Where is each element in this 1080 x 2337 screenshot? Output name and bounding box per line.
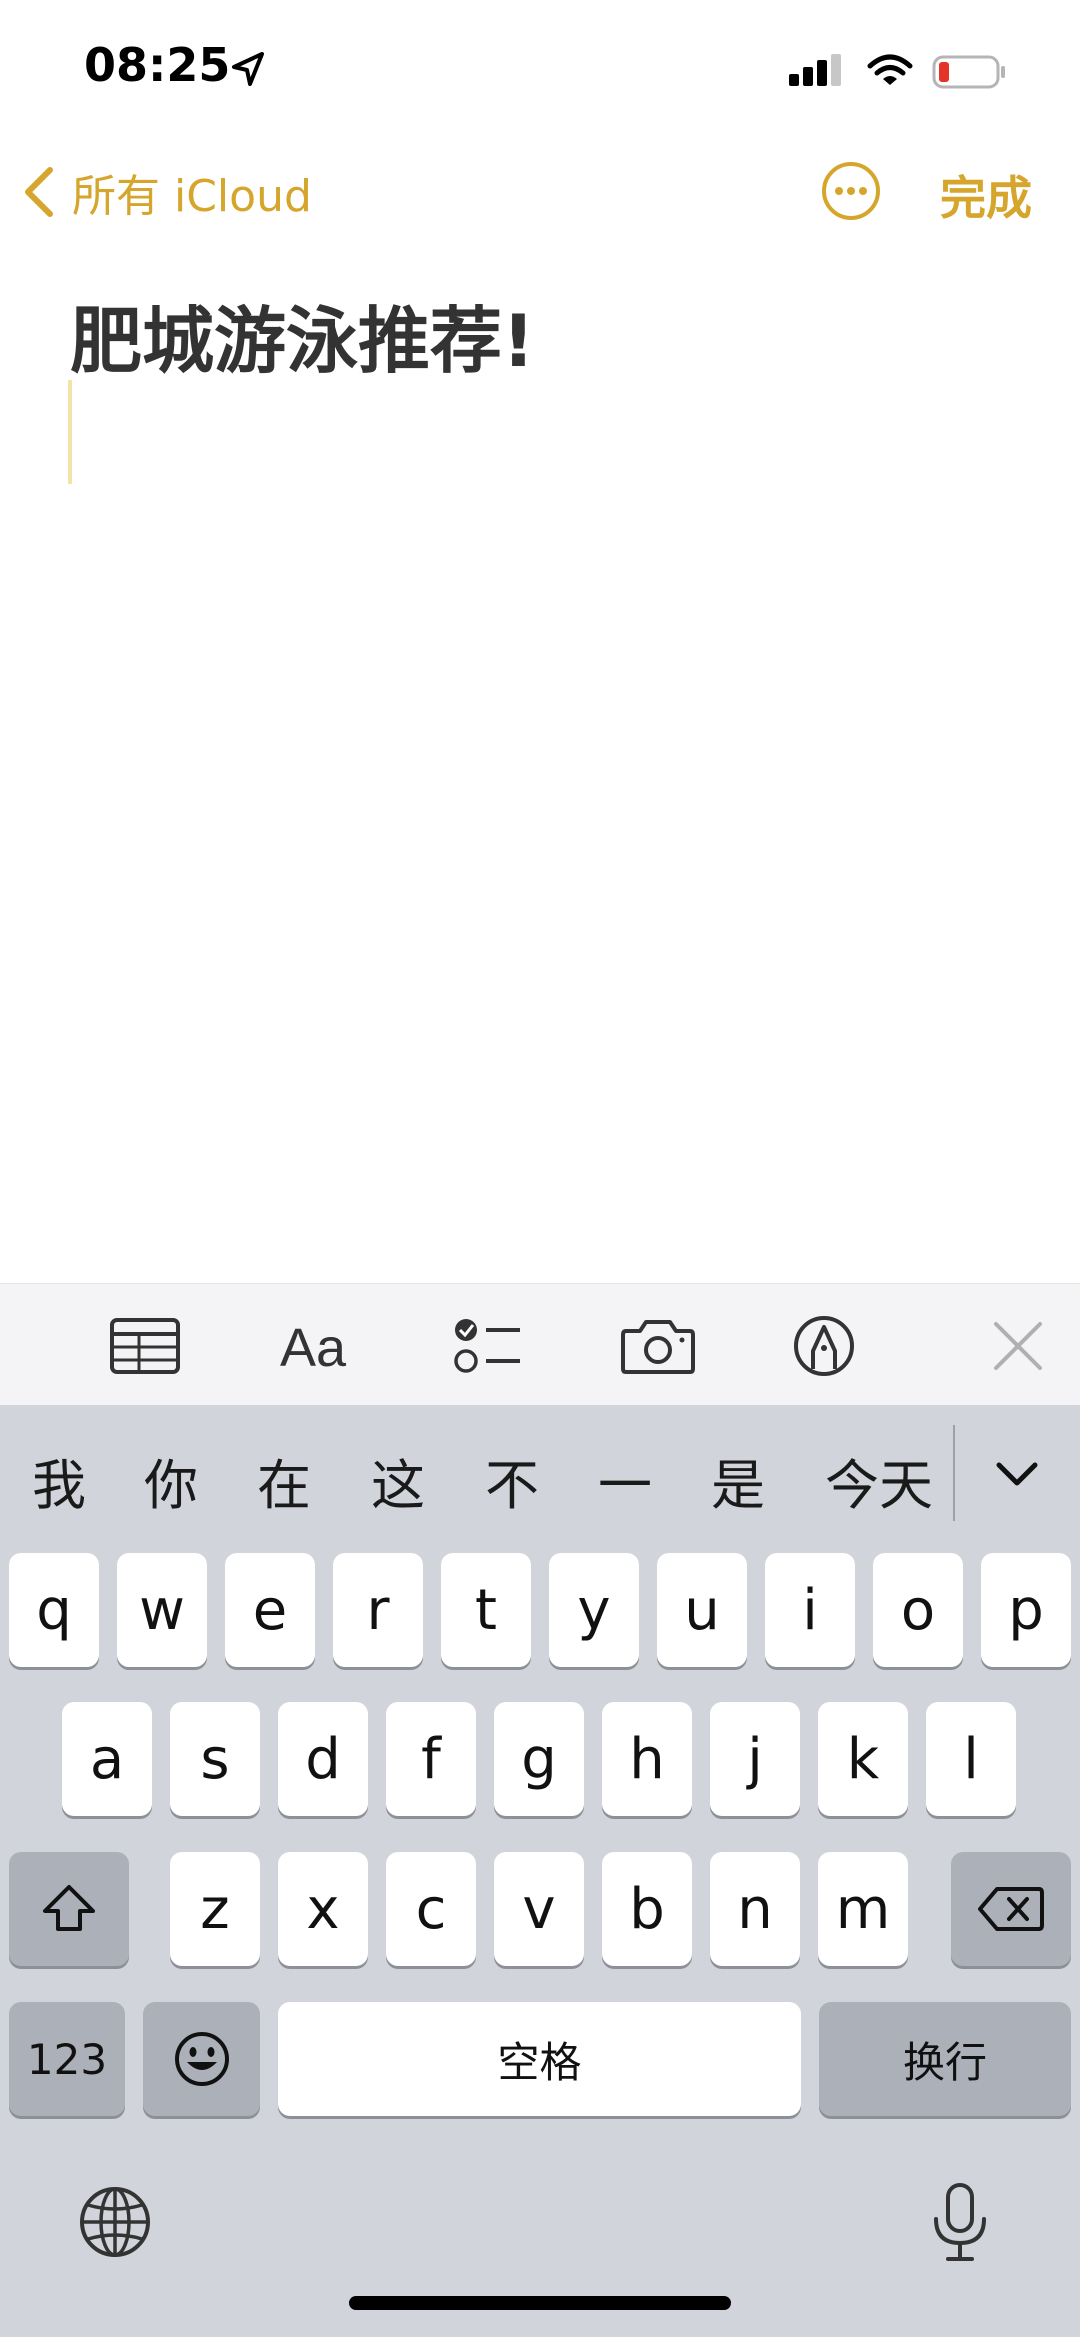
key-h[interactable]: h — [602, 1702, 692, 1816]
candidate-item[interactable]: 今天 — [825, 1441, 933, 1520]
location-arrow-icon — [232, 52, 264, 86]
emoji-key[interactable] — [143, 2002, 260, 2116]
numbers-key[interactable]: 123 — [9, 2002, 125, 2116]
more-options-button[interactable] — [820, 160, 882, 222]
key-w[interactable]: w — [117, 1553, 207, 1667]
chevron-left-icon — [25, 167, 53, 217]
candidate-item[interactable]: 这 — [371, 1441, 425, 1520]
key-o[interactable]: o — [873, 1553, 963, 1667]
key-e[interactable]: e — [225, 1553, 315, 1667]
text-format-icon: Aa — [280, 1318, 347, 1376]
key-b[interactable]: b — [602, 1852, 692, 1966]
table-button[interactable] — [108, 1314, 182, 1378]
key-a[interactable]: a — [62, 1702, 152, 1816]
return-key[interactable]: 换行 — [819, 2002, 1071, 2116]
candidate-item[interactable]: 是 — [711, 1441, 765, 1520]
emoji-icon — [174, 2032, 229, 2086]
formatting-toolbar: Aa — [0, 1283, 1080, 1406]
keyboard: 我 你 在 这 不 一 是 今天 q w e r t y u i o p a s… — [0, 1405, 1080, 2337]
key-p[interactable]: p — [981, 1553, 1071, 1667]
camera-button[interactable] — [620, 1314, 696, 1378]
key-c[interactable]: c — [386, 1852, 476, 1966]
microphone-icon[interactable] — [928, 2181, 992, 2265]
candidate-item[interactable]: 在 — [257, 1441, 311, 1520]
key-j[interactable]: j — [710, 1702, 800, 1816]
key-t[interactable]: t — [441, 1553, 531, 1667]
candidate-divider — [953, 1425, 955, 1521]
delete-key[interactable] — [951, 1852, 1071, 1966]
candidate-item[interactable]: 你 — [144, 1441, 198, 1520]
key-f[interactable]: f — [386, 1702, 476, 1816]
back-button-label: 所有 iCloud — [72, 171, 312, 222]
battery-icon — [932, 55, 1005, 89]
key-v[interactable]: v — [494, 1852, 584, 1966]
key-g[interactable]: g — [494, 1702, 584, 1816]
table-icon — [110, 1318, 180, 1374]
key-i[interactable]: i — [765, 1553, 855, 1667]
candidate-item[interactable]: 不 — [485, 1441, 539, 1520]
checklist-button[interactable] — [452, 1314, 522, 1378]
key-r[interactable]: r — [333, 1553, 423, 1667]
candidate-item[interactable]: 一 — [598, 1441, 652, 1520]
key-z[interactable]: z — [170, 1852, 260, 1966]
checklist-icon — [454, 1319, 520, 1373]
key-u[interactable]: u — [657, 1553, 747, 1667]
svg-text:Aa: Aa — [280, 1318, 347, 1376]
close-icon — [994, 1322, 1042, 1370]
key-l[interactable]: l — [926, 1702, 1016, 1816]
key-n[interactable]: n — [710, 1852, 800, 1966]
done-button[interactable]: 完成 — [940, 162, 1032, 228]
backspace-icon — [978, 1887, 1044, 1931]
key-k[interactable]: k — [818, 1702, 908, 1816]
expand-candidates-icon[interactable] — [985, 1441, 1049, 1505]
text-format-button[interactable]: Aa — [278, 1314, 358, 1378]
key-q[interactable]: q — [9, 1553, 99, 1667]
candidate-item[interactable]: 我 — [32, 1441, 86, 1520]
cellular-signal-icon — [789, 54, 841, 86]
text-cursor — [68, 380, 72, 484]
note-title[interactable]: 肥城游泳推荐! — [70, 282, 535, 387]
candidate-bar: 我 你 在 这 不 一 是 今天 — [0, 1405, 1080, 1551]
wifi-icon — [867, 54, 913, 85]
shift-key[interactable] — [9, 1852, 129, 1966]
home-indicator — [349, 2296, 731, 2310]
shift-arrow-icon — [43, 1885, 95, 1931]
key-d[interactable]: d — [278, 1702, 368, 1816]
space-key[interactable]: 空格 — [278, 2002, 801, 2116]
markup-button[interactable] — [792, 1314, 856, 1378]
camera-icon — [621, 1320, 695, 1374]
markup-pen-icon — [794, 1316, 854, 1376]
close-toolbar-button[interactable] — [990, 1314, 1046, 1378]
status-time: 08:25 — [84, 38, 231, 92]
globe-icon[interactable] — [78, 2185, 152, 2259]
key-y[interactable]: y — [549, 1553, 639, 1667]
key-s[interactable]: s — [170, 1702, 260, 1816]
back-button[interactable]: 所有 iCloud — [20, 160, 312, 224]
key-m[interactable]: m — [818, 1852, 908, 1966]
key-x[interactable]: x — [278, 1852, 368, 1966]
